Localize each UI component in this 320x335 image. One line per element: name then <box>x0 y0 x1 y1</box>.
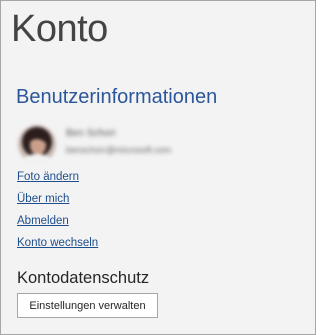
manage-settings-button[interactable]: Einstellungen verwalten <box>17 293 158 318</box>
change-photo-link[interactable]: Foto ändern <box>17 170 98 184</box>
privacy-heading: Kontodatenschutz <box>17 269 150 287</box>
user-email: benschorr@microsoft.com <box>66 145 172 155</box>
avatar <box>18 125 56 163</box>
user-info-heading: Benutzerinformationen <box>16 86 218 108</box>
account-links: Foto ändern Über mich Abmelden Konto wec… <box>17 170 98 258</box>
user-name: Ben Schorr <box>66 128 117 139</box>
switch-account-link[interactable]: Konto wechseln <box>17 236 98 250</box>
about-me-link[interactable]: Über mich <box>17 192 98 206</box>
user-card: Ben Schorr benschorr@microsoft.com <box>16 125 276 165</box>
page-title: Konto <box>11 8 108 50</box>
avatar-photo-icon <box>18 125 56 163</box>
sign-out-link[interactable]: Abmelden <box>17 214 98 228</box>
account-panel: Konto Benutzerinformationen Ben Schorr b… <box>0 0 316 335</box>
